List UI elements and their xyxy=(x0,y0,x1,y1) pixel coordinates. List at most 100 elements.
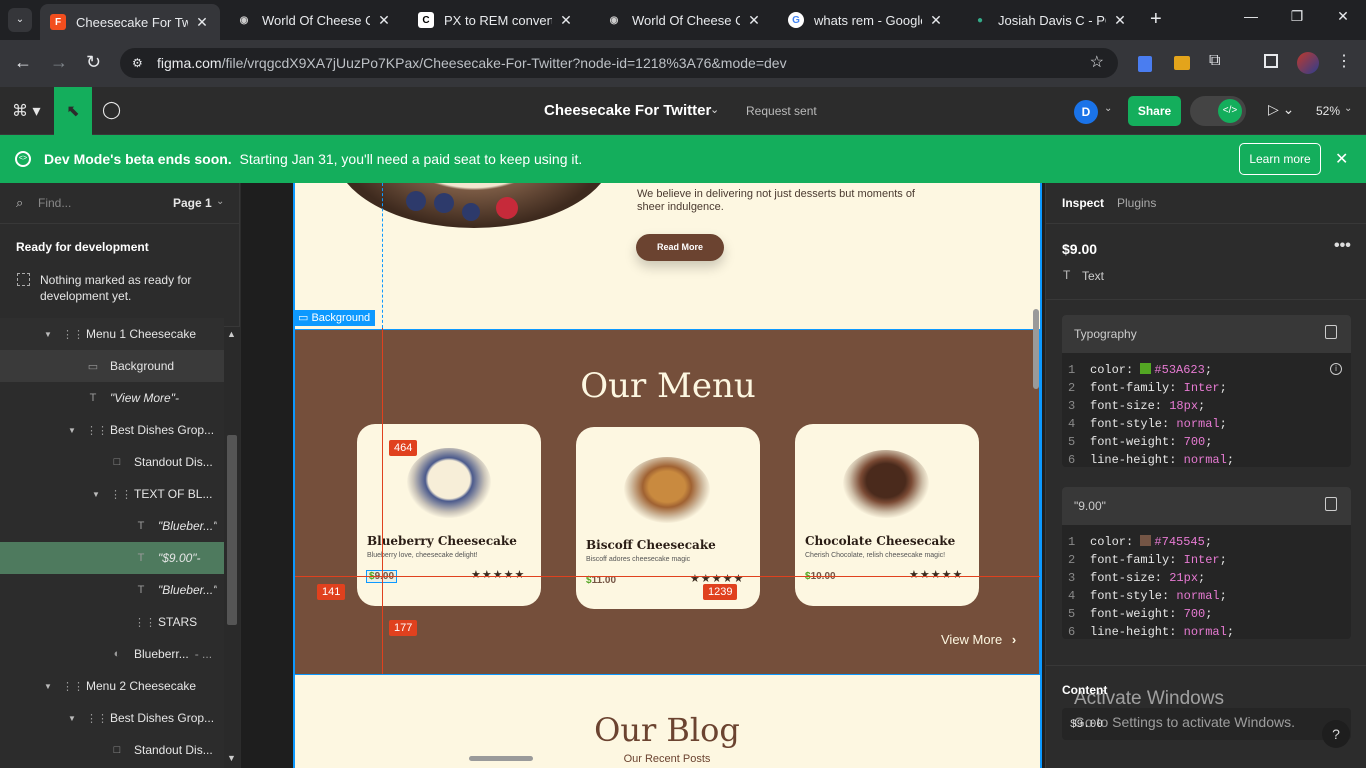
zoom-level[interactable]: 52% xyxy=(1316,104,1340,118)
banner-bold: Dev Mode's beta ends soon. xyxy=(44,151,232,167)
close-tab-icon[interactable]: ✕ xyxy=(194,14,210,31)
measure-line-horizontal xyxy=(295,576,1040,577)
layer-row[interactable]: ▼ ⋮⋮ Best Dishes Grop... xyxy=(0,702,224,734)
extensions-puzzle-icon[interactable]: ⧉ xyxy=(1209,52,1220,70)
new-tab-button[interactable]: + xyxy=(1150,8,1162,31)
scroll-up-arrow-icon[interactable]: ▲ xyxy=(227,329,236,339)
menu-card-blueberry[interactable]: Blueberry Cheesecake Blueberry love, che… xyxy=(357,424,541,606)
tab-cheesecake-figma[interactable]: F Cheesecake For Twitte ✕ xyxy=(40,4,220,40)
tab-inspect[interactable]: Inspect xyxy=(1062,196,1104,210)
canvas-scrollbar-vertical[interactable] xyxy=(1033,309,1039,389)
tab-world-of-cheese-1[interactable]: ◉ World Of Cheese Cak ✕ xyxy=(226,6,402,34)
website-frame[interactable]: We believe in delivering not just desser… xyxy=(294,183,1040,768)
minimize-icon[interactable]: — xyxy=(1228,8,1274,24)
layer-row[interactable]: ⋮⋮ STARS xyxy=(0,606,224,638)
tab-portfolio[interactable]: ● Josiah Davis C - POR ✕ xyxy=(962,6,1138,34)
layer-row[interactable]: T "Blueber..." xyxy=(0,510,224,542)
menu-card-chocolate[interactable]: Chocolate Cheesecake Cherish Chocolate, … xyxy=(795,424,979,606)
side-panel-icon[interactable] xyxy=(1264,54,1278,68)
typography-code[interactable]: 1 color: #53A623; 2 font-family: Inter; 3f… xyxy=(1068,361,1348,469)
more-options-icon[interactable]: ••• xyxy=(1334,237,1351,255)
tab-search-button[interactable]: ⌄ xyxy=(8,8,32,32)
restore-icon[interactable]: ❐ xyxy=(1274,8,1320,25)
figma-icon: F xyxy=(50,14,66,30)
card-description: Biscoff adores cheesecake magic xyxy=(586,556,691,563)
dev-mode-beta-banner: <> Dev Mode's beta ends soon. Starting J… xyxy=(0,135,1366,183)
layer-row[interactable]: T "Blueber..." xyxy=(0,574,224,606)
view-more-link[interactable]: View More › xyxy=(941,632,1016,647)
layer-row[interactable]: ▼ ⋮⋮ Best Dishes Grop... xyxy=(0,414,224,446)
browser-menu-icon[interactable]: ⋮ xyxy=(1336,51,1352,71)
info-icon[interactable]: i xyxy=(1330,363,1342,375)
layer-row[interactable]: ▼ ⋮⋮ Menu 1 Cheesecake xyxy=(0,318,224,350)
file-name[interactable]: Cheesecake For Twitter xyxy=(544,102,711,119)
scroll-down-arrow-icon[interactable]: ▼ xyxy=(227,753,236,763)
canvas-scrollbar-horizontal[interactable] xyxy=(469,756,533,761)
close-window-icon[interactable]: ✕ xyxy=(1320,8,1366,25)
page-chevron-icon[interactable]: ⌄ xyxy=(216,196,224,207)
file-menu-chevron-icon[interactable]: ⌄ xyxy=(710,103,719,116)
profile-avatar[interactable] xyxy=(1297,52,1319,74)
extension-icon-2[interactable] xyxy=(1174,56,1190,70)
layer-search-input[interactable]: Find... xyxy=(38,196,71,210)
biscoff-cheesecake-image xyxy=(624,457,710,523)
url-input[interactable]: ⚙ figma.com/file/vrqgcdX9XA7jUuzPo7KPax/… xyxy=(120,48,1118,78)
segment-code[interactable]: 1 color: #745545; 2 font-family: Inter; 3f… xyxy=(1068,533,1348,641)
selection-label: ▭ Background xyxy=(293,310,376,326)
learn-more-button[interactable]: Learn more xyxy=(1239,143,1321,175)
close-tab-icon[interactable]: ✕ xyxy=(376,12,392,29)
reload-icon[interactable]: ↻ xyxy=(86,52,101,73)
tab-plugins[interactable]: Plugins xyxy=(1117,196,1156,210)
close-tab-icon[interactable]: ✕ xyxy=(746,12,762,29)
bookmark-star-icon[interactable]: ☆ xyxy=(1090,48,1104,78)
request-status: Request sent xyxy=(746,104,817,118)
copy-clipboard-icon[interactable] xyxy=(1325,497,1337,511)
layer-row[interactable]: □ Standout Dis... xyxy=(0,734,224,766)
tab-world-of-cheese-2[interactable]: ◉ World Of Cheese Cak ✕ xyxy=(596,6,772,34)
layer-row[interactable]: □ Standout Dis... xyxy=(0,446,224,478)
scrollbar-thumb[interactable] xyxy=(227,435,237,625)
segment-header: "9.00" xyxy=(1062,487,1351,525)
back-icon[interactable]: ← xyxy=(14,52,32,73)
avatar-chevron-icon[interactable]: ⌄ xyxy=(1104,103,1112,114)
tab-title: World Of Cheese Cak xyxy=(632,12,740,28)
share-button[interactable]: Share xyxy=(1128,96,1181,126)
layer-row-selected[interactable]: T "$9.00"- xyxy=(0,542,224,574)
read-more-button[interactable]: Read More xyxy=(636,234,724,261)
copy-clipboard-icon[interactable] xyxy=(1325,325,1337,339)
layer-row-background[interactable]: ▭ Background xyxy=(0,350,224,382)
activate-windows-subtitle: Go to Settings to activate Windows. xyxy=(1074,714,1295,730)
layer-row[interactable]: ▼ ⋮⋮ Menu 2 Cheesecake xyxy=(0,670,224,702)
close-tab-icon[interactable]: ✕ xyxy=(1112,12,1128,29)
tab-px-to-rem[interactable]: C PX to REM converter ✕ xyxy=(408,6,584,34)
dev-mode-toggle[interactable]: </> xyxy=(1190,96,1246,126)
zoom-chevron-icon[interactable]: ⌄ xyxy=(1344,103,1352,114)
layer-row[interactable]: ◐ Blueberr... - ... xyxy=(0,638,224,670)
frame-icon: ⋮⋮ xyxy=(62,328,84,341)
move-tool-button[interactable]: ⬉ xyxy=(54,87,92,135)
divider xyxy=(1046,665,1366,666)
design-canvas[interactable]: We believe in delivering not just desser… xyxy=(241,183,1045,768)
page-selector[interactable]: Page 1 xyxy=(173,196,212,210)
extension-icon-1[interactable] xyxy=(1138,56,1152,72)
site-info-icon[interactable]: ⚙ xyxy=(132,48,143,78)
tab-title: Cheesecake For Twitte xyxy=(76,14,188,30)
code-line: 6 line-height: normal; xyxy=(1068,453,1235,467)
menu-card-biscoff[interactable]: Biscoff Cheesecake Biscoff adores cheese… xyxy=(576,427,760,609)
tab-google-search[interactable]: G whats rem - Google S ✕ xyxy=(778,6,954,34)
layers-scrollbar[interactable]: ▲ ▼ xyxy=(224,327,240,768)
url-path: /file/vrqgcdX9XA7jUuzPo7KPax/Cheesecake-… xyxy=(221,55,787,71)
close-banner-icon[interactable]: ✕ xyxy=(1335,149,1348,169)
site-icon: ◉ xyxy=(239,14,249,26)
close-tab-icon[interactable]: ✕ xyxy=(558,12,574,29)
close-tab-icon[interactable]: ✕ xyxy=(928,12,944,29)
layer-row[interactable]: T "View More"- xyxy=(0,382,224,414)
present-play-icon[interactable]: ▷ ⌄ xyxy=(1268,101,1294,118)
figma-main-menu-icon[interactable]: ⌘ ▾ xyxy=(12,101,40,121)
forward-icon[interactable]: → xyxy=(50,52,68,73)
ready-for-dev-title: Ready for development xyxy=(16,240,149,254)
comment-tool-icon[interactable]: ◯ xyxy=(102,100,121,120)
help-icon[interactable]: ? xyxy=(1322,720,1350,748)
avatar[interactable]: D xyxy=(1074,100,1098,124)
layer-row[interactable]: ▼ ⋮⋮ TEXT OF BL... xyxy=(0,478,224,510)
